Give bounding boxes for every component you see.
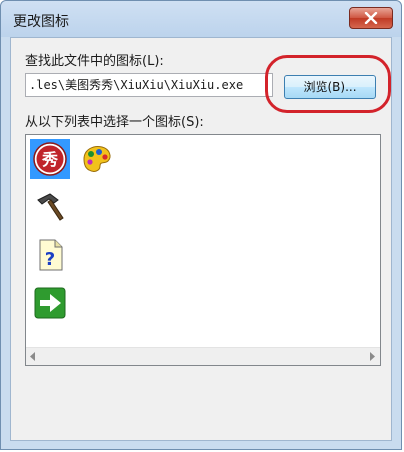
help-document-icon: ? <box>39 239 63 271</box>
title-bar[interactable]: 更改图标 <box>1 1 401 37</box>
close-button[interactable] <box>349 7 393 29</box>
icon-item-hammer[interactable] <box>30 187 70 227</box>
horizontal-scrollbar[interactable] <box>26 347 380 365</box>
icon-item-palette[interactable] <box>76 139 116 179</box>
icon-item-help[interactable]: ? <box>30 235 70 275</box>
green-arrow-icon <box>34 287 66 319</box>
scroll-left-arrow-icon[interactable] <box>29 352 37 361</box>
file-label: 查找此文件中的图标(L): <box>25 54 164 69</box>
close-icon <box>364 12 378 24</box>
red-highlight-annotation <box>265 55 391 113</box>
dialog-title: 更改图标 <box>13 14 69 30</box>
icon-list[interactable]: 秀 ? <box>25 134 381 366</box>
dialog-body: 查找此文件中的图标(L): .les\美图秀秀\XiuXiu\XiuXiu.ex… <box>10 37 392 441</box>
meitu-xiu-icon: 秀 <box>33 142 67 176</box>
svg-text:秀: 秀 <box>41 150 58 169</box>
icon-item-meitu[interactable]: 秀 <box>30 139 70 179</box>
scroll-right-arrow-icon[interactable] <box>368 352 376 361</box>
svg-text:?: ? <box>45 249 55 270</box>
hammer-icon <box>37 193 64 221</box>
change-icon-dialog: 更改图标 查找此文件中的图标(L): .les\美图秀秀\XiuXiu\XiuX… <box>0 0 402 450</box>
icon-list-label: 从以下列表中选择一个图标(S): <box>25 115 204 130</box>
file-path-input[interactable]: .les\美图秀秀\XiuXiu\XiuXiu.exe <box>25 73 273 97</box>
palette-icon <box>83 146 111 172</box>
icon-item-arrow[interactable] <box>30 283 70 323</box>
